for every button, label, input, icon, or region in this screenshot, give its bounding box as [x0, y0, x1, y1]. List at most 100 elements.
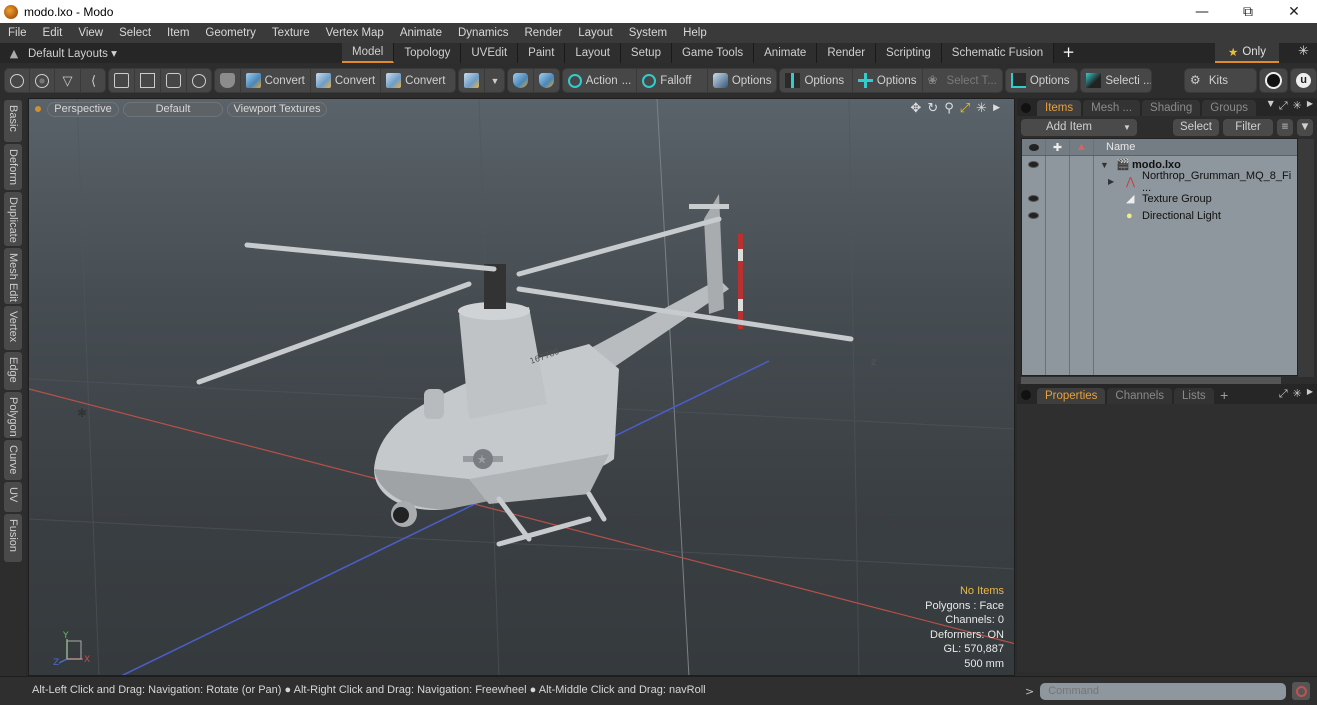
options-button-2[interactable]: Options	[780, 69, 853, 92]
menu-select[interactable]: Select	[111, 27, 159, 39]
menu-render[interactable]: Render	[516, 27, 570, 39]
default-layouts-dropdown[interactable]: Default Layouts ▾	[28, 46, 313, 60]
unity-button[interactable]	[1260, 69, 1287, 92]
visibility-eye-icon[interactable]	[1028, 212, 1039, 219]
visibility-eye-icon[interactable]	[1028, 195, 1039, 202]
shading-dropdown[interactable]: Default	[123, 101, 223, 117]
tool-tab-polygon[interactable]: Polygon	[4, 392, 22, 438]
item-list-vertical-scrollbar[interactable]	[1298, 139, 1314, 377]
collapse-arrow-icon[interactable]: ▲	[0, 47, 28, 60]
tool-tab-fusion[interactable]: Fusion	[4, 514, 22, 562]
vertex-mode-button[interactable]	[5, 69, 30, 92]
menu-view[interactable]: View	[70, 27, 111, 39]
menu-item[interactable]: Item	[159, 27, 197, 39]
shield-button[interactable]	[215, 69, 241, 92]
select-button[interactable]: Select	[1173, 118, 1219, 136]
lock-column-icon[interactable]: ✚	[1046, 139, 1070, 155]
tree-item-texture-group[interactable]: ◢ Texture Group	[1022, 190, 1297, 207]
convert-button-2[interactable]: Convert	[311, 69, 382, 92]
menu-vertex-map[interactable]: Vertex Map	[318, 27, 392, 39]
tab-layout[interactable]: Layout	[565, 43, 621, 63]
tool-tab-duplicate[interactable]: Duplicate	[4, 192, 22, 246]
select-t-button[interactable]: ❀ Select T...	[923, 69, 1002, 92]
tool-tab-basic[interactable]: Basic	[4, 100, 22, 142]
action-center-button[interactable]: Action...	[563, 69, 638, 92]
tree-item-directional-light[interactable]: ● Directional Light	[1022, 207, 1297, 224]
name-column-header[interactable]: Name	[1094, 141, 1135, 153]
cube-button[interactable]	[459, 69, 486, 92]
menu-edit[interactable]: Edit	[35, 27, 71, 39]
selection-button[interactable]: Selecti ...	[1081, 69, 1151, 92]
cube-dropdown-button[interactable]: ▼	[485, 69, 504, 92]
maximize-icon[interactable]: ⤢	[960, 101, 970, 116]
tab-mesh[interactable]: Mesh ...	[1083, 100, 1141, 116]
options-button-4[interactable]: Options	[1006, 69, 1078, 92]
add-layout-tab-button[interactable]: +	[1054, 43, 1083, 63]
menu-geometry[interactable]: Geometry	[197, 27, 264, 39]
axes-column-icon[interactable]: ▲	[1070, 139, 1094, 155]
tabs-dropdown-icon[interactable]: ▼	[1268, 99, 1274, 113]
minimize-button[interactable]: —	[1179, 0, 1225, 23]
unreal-button[interactable]: u	[1291, 69, 1316, 92]
pen-tool-button[interactable]: ▽	[55, 69, 81, 92]
add-item-button[interactable]: Add Item	[1021, 118, 1117, 136]
menu-file[interactable]: File	[0, 27, 35, 39]
pan-icon[interactable]: ✥	[910, 101, 921, 116]
convert-button-3[interactable]: Convert	[381, 69, 455, 92]
zoom-icon[interactable]: ⚲	[944, 101, 954, 116]
snap-button-2[interactable]	[534, 69, 559, 92]
maximize-panel-icon[interactable]: ⤢	[1279, 99, 1288, 113]
tool-tab-edge[interactable]: Edge	[4, 352, 22, 390]
rotate-icon[interactable]: ↻	[927, 101, 938, 116]
collapse-list-button[interactable]: ≡	[1277, 118, 1293, 136]
expand-triangle-icon[interactable]: ▼	[1100, 160, 1109, 170]
add-panel-tab-button[interactable]: +	[1220, 389, 1229, 402]
3d-viewport[interactable]: ✱ z ★ 167780	[28, 98, 1015, 676]
menu-animate[interactable]: Animate	[392, 27, 450, 39]
panel-menu-dot[interactable]	[1021, 103, 1031, 113]
panel-menu-dot[interactable]	[1021, 390, 1031, 400]
tab-scripting[interactable]: Scripting	[876, 43, 942, 63]
filter-button[interactable]: Filter	[1223, 118, 1273, 136]
globe-mode-button[interactable]	[30, 69, 55, 92]
tab-uvedit[interactable]: UVEdit	[461, 43, 519, 63]
panel-gear-icon[interactable]: ✳	[1293, 99, 1302, 113]
curve-tool-button[interactable]: ⟨	[81, 69, 105, 92]
tool-tab-vertex[interactable]: Vertex	[4, 306, 22, 350]
snap-button-1[interactable]	[508, 69, 535, 92]
tree-item-mesh[interactable]: ▶ ⋀ Northrop_Grumman_MQ_8_Fi ...	[1022, 170, 1297, 194]
clock-button[interactable]	[187, 69, 210, 92]
convert-button-1[interactable]: Convert	[241, 69, 311, 92]
menu-system[interactable]: System	[621, 27, 675, 39]
visibility-eye-icon[interactable]	[1028, 161, 1039, 168]
tab-paint[interactable]: Paint	[518, 43, 566, 63]
menu-texture[interactable]: Texture	[264, 27, 318, 39]
tab-lists[interactable]: Lists	[1174, 388, 1214, 404]
tab-properties[interactable]: Properties	[1037, 388, 1106, 404]
visibility-column-icon[interactable]	[1022, 139, 1046, 155]
stack-button[interactable]	[109, 69, 136, 92]
tool-tab-curve[interactable]: Curve	[4, 440, 22, 480]
tab-channels[interactable]: Channels	[1107, 388, 1173, 404]
filter-funnel-button[interactable]: ▼	[1297, 118, 1313, 136]
panel-gear-icon[interactable]: ✳	[1293, 387, 1302, 401]
expand-triangle-icon[interactable]: ▶	[1108, 177, 1114, 186]
command-input[interactable]	[1040, 682, 1287, 700]
options-button-1[interactable]: Options	[708, 69, 777, 92]
panel-arrow-icon[interactable]: ▶	[1307, 387, 1313, 401]
menu-dynamics[interactable]: Dynamics	[450, 27, 516, 39]
menu-help[interactable]: Help	[675, 27, 715, 39]
record-macro-button[interactable]	[1292, 682, 1311, 700]
panel-arrow-icon[interactable]: ▶	[1307, 99, 1313, 113]
view-mode-dropdown[interactable]: Perspective	[47, 101, 119, 117]
tab-setup[interactable]: Setup	[620, 43, 672, 63]
tab-topology[interactable]: Topology	[394, 43, 462, 63]
tab-shading[interactable]: Shading	[1142, 100, 1201, 116]
only-filter-button[interactable]: ★ Only	[1215, 43, 1279, 63]
tab-items[interactable]: Items	[1037, 100, 1082, 116]
cross-box-button[interactable]	[135, 69, 162, 92]
falloff-button[interactable]: Falloff	[637, 69, 708, 92]
tab-render[interactable]: Render	[817, 43, 877, 63]
options-button-3[interactable]: Options	[853, 69, 923, 92]
tab-groups[interactable]: Groups	[1202, 100, 1256, 116]
